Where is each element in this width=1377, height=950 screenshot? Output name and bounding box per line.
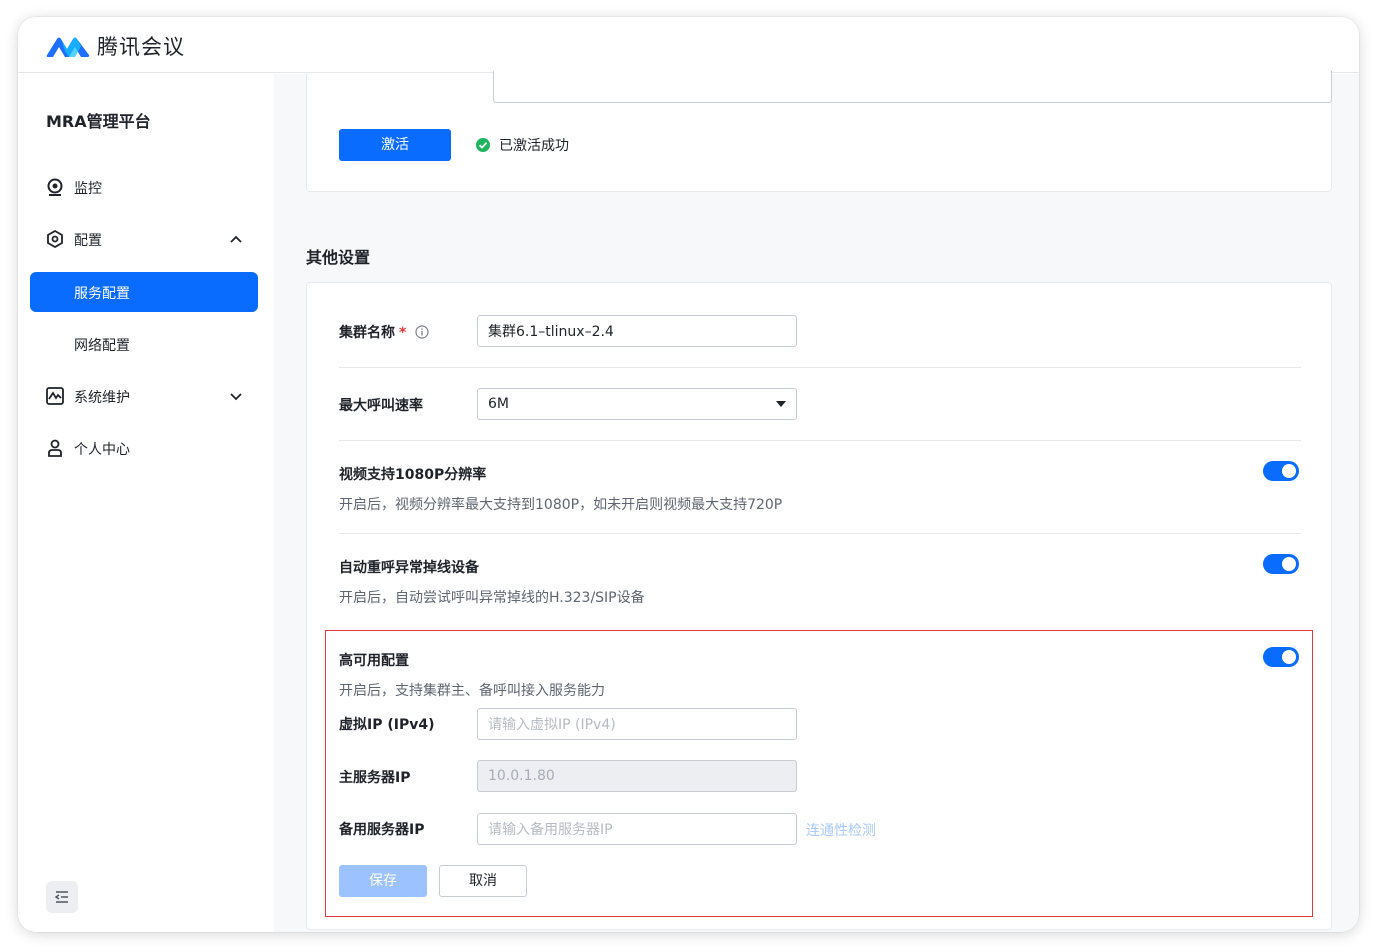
- max-call-rate-value: 6M: [488, 396, 509, 412]
- platform-title: MRA管理平台: [46, 112, 151, 131]
- virtual-ip-label: 虚拟IP (IPv4): [339, 717, 435, 733]
- user-icon: [48, 439, 62, 457]
- cancel-button[interactable]: 取消: [439, 865, 527, 897]
- max-call-rate-select[interactable]: 6M: [477, 388, 797, 420]
- video-1080p-description: 开启后，视频分辨率最大支持到1080P，如未开启则视频最大支持720P: [339, 497, 783, 513]
- app-title: 腾讯会议: [97, 35, 185, 59]
- video-1080p-label: 视频支持1080P分辨率: [339, 467, 487, 483]
- activation-card: 激活 已激活成功: [306, 71, 1332, 192]
- video-1080p-toggle[interactable]: [1263, 461, 1299, 481]
- other-settings-card: 集群名称 * 集群6.1–tlinux–2.4 最大呼叫速率 6M 视频支持108…: [306, 282, 1332, 930]
- cluster-name-input[interactable]: 集群6.1–tlinux–2.4: [477, 315, 797, 347]
- sidebar: MRA管理平台 监控 配置 服务配置 网络配置 系统维护 个人中心: [18, 74, 274, 932]
- sidebar-item-monitor[interactable]: 监控: [30, 167, 258, 207]
- high-availability-label: 高可用配置: [339, 653, 409, 669]
- sidebar-item-label: 服务配置: [74, 286, 130, 302]
- auto-redial-description: 开启后，自动尝试呼叫异常掉线的H.323/SIP设备: [339, 590, 645, 606]
- auto-redial-toggle[interactable]: [1263, 554, 1299, 574]
- divider: [339, 367, 1301, 368]
- sidebar-item-label: 系统维护: [74, 390, 130, 406]
- sidebar-item-label: 网络配置: [74, 338, 130, 354]
- cluster-name-label: 集群名称 *: [339, 322, 429, 342]
- activate-button[interactable]: 激活: [339, 129, 451, 161]
- caret-down-icon: [776, 401, 786, 407]
- chevron-up-icon: [230, 235, 242, 243]
- primary-ip-label: 主服务器IP: [339, 770, 411, 786]
- sidebar-item-service-config[interactable]: 服务配置: [30, 272, 258, 312]
- system-maintenance-icon: [46, 387, 64, 405]
- info-icon[interactable]: [415, 325, 429, 339]
- virtual-ip-input[interactable]: 请输入虚拟IP (IPv4): [477, 708, 797, 740]
- cluster-name-label-text: 集群名称: [339, 325, 395, 341]
- license-textarea[interactable]: [493, 71, 1332, 103]
- sidebar-item-label: 监控: [74, 181, 102, 197]
- collapse-sidebar-icon: [54, 891, 68, 903]
- auto-redial-label: 自动重呼异常掉线设备: [339, 560, 479, 576]
- top-bar: 腾讯会议: [18, 17, 1359, 73]
- app-window: 腾讯会议 MRA管理平台 监控 配置 服务配置 网络配置 系统维护 个人中心 激…: [18, 17, 1359, 932]
- tencent-meeting-logo: [46, 37, 90, 57]
- sidebar-item-config[interactable]: 配置: [30, 219, 258, 259]
- sidebar-item-personal-center[interactable]: 个人中心: [30, 428, 258, 468]
- activation-status: 已激活成功: [475, 135, 569, 155]
- backup-ip-label: 备用服务器IP: [339, 822, 425, 838]
- required-mark: *: [399, 325, 407, 341]
- sidebar-item-system-maintenance[interactable]: 系统维护: [30, 376, 258, 416]
- sidebar-item-network-config[interactable]: 网络配置: [30, 324, 258, 364]
- high-availability-description: 开启后，支持集群主、备呼叫接入服务能力: [339, 683, 605, 699]
- sidebar-item-label: 个人中心: [74, 442, 130, 458]
- main-content: 激活 已激活成功 其他设置 集群名称 * 集群6.1–tlinux–2.4 最大…: [274, 71, 1359, 932]
- section-title-other-settings: 其他设置: [306, 248, 371, 267]
- monitor-icon: [47, 178, 63, 196]
- high-availability-toggle[interactable]: [1263, 647, 1299, 667]
- sidebar-item-label: 配置: [74, 233, 102, 249]
- settings-icon: [47, 230, 63, 248]
- collapse-sidebar-button[interactable]: [46, 881, 78, 913]
- divider: [339, 533, 1301, 534]
- primary-ip-input[interactable]: 10.0.1.80: [477, 760, 797, 792]
- save-button[interactable]: 保存: [339, 865, 427, 897]
- connectivity-check-link[interactable]: 连通性检测: [806, 820, 876, 840]
- divider: [339, 440, 1301, 441]
- activation-status-text: 已激活成功: [499, 138, 569, 154]
- chevron-down-icon: [230, 393, 242, 401]
- check-circle-icon: [476, 138, 490, 152]
- max-call-rate-label: 最大呼叫速率: [339, 398, 423, 414]
- backup-ip-input[interactable]: 请输入备用服务器IP: [477, 813, 797, 845]
